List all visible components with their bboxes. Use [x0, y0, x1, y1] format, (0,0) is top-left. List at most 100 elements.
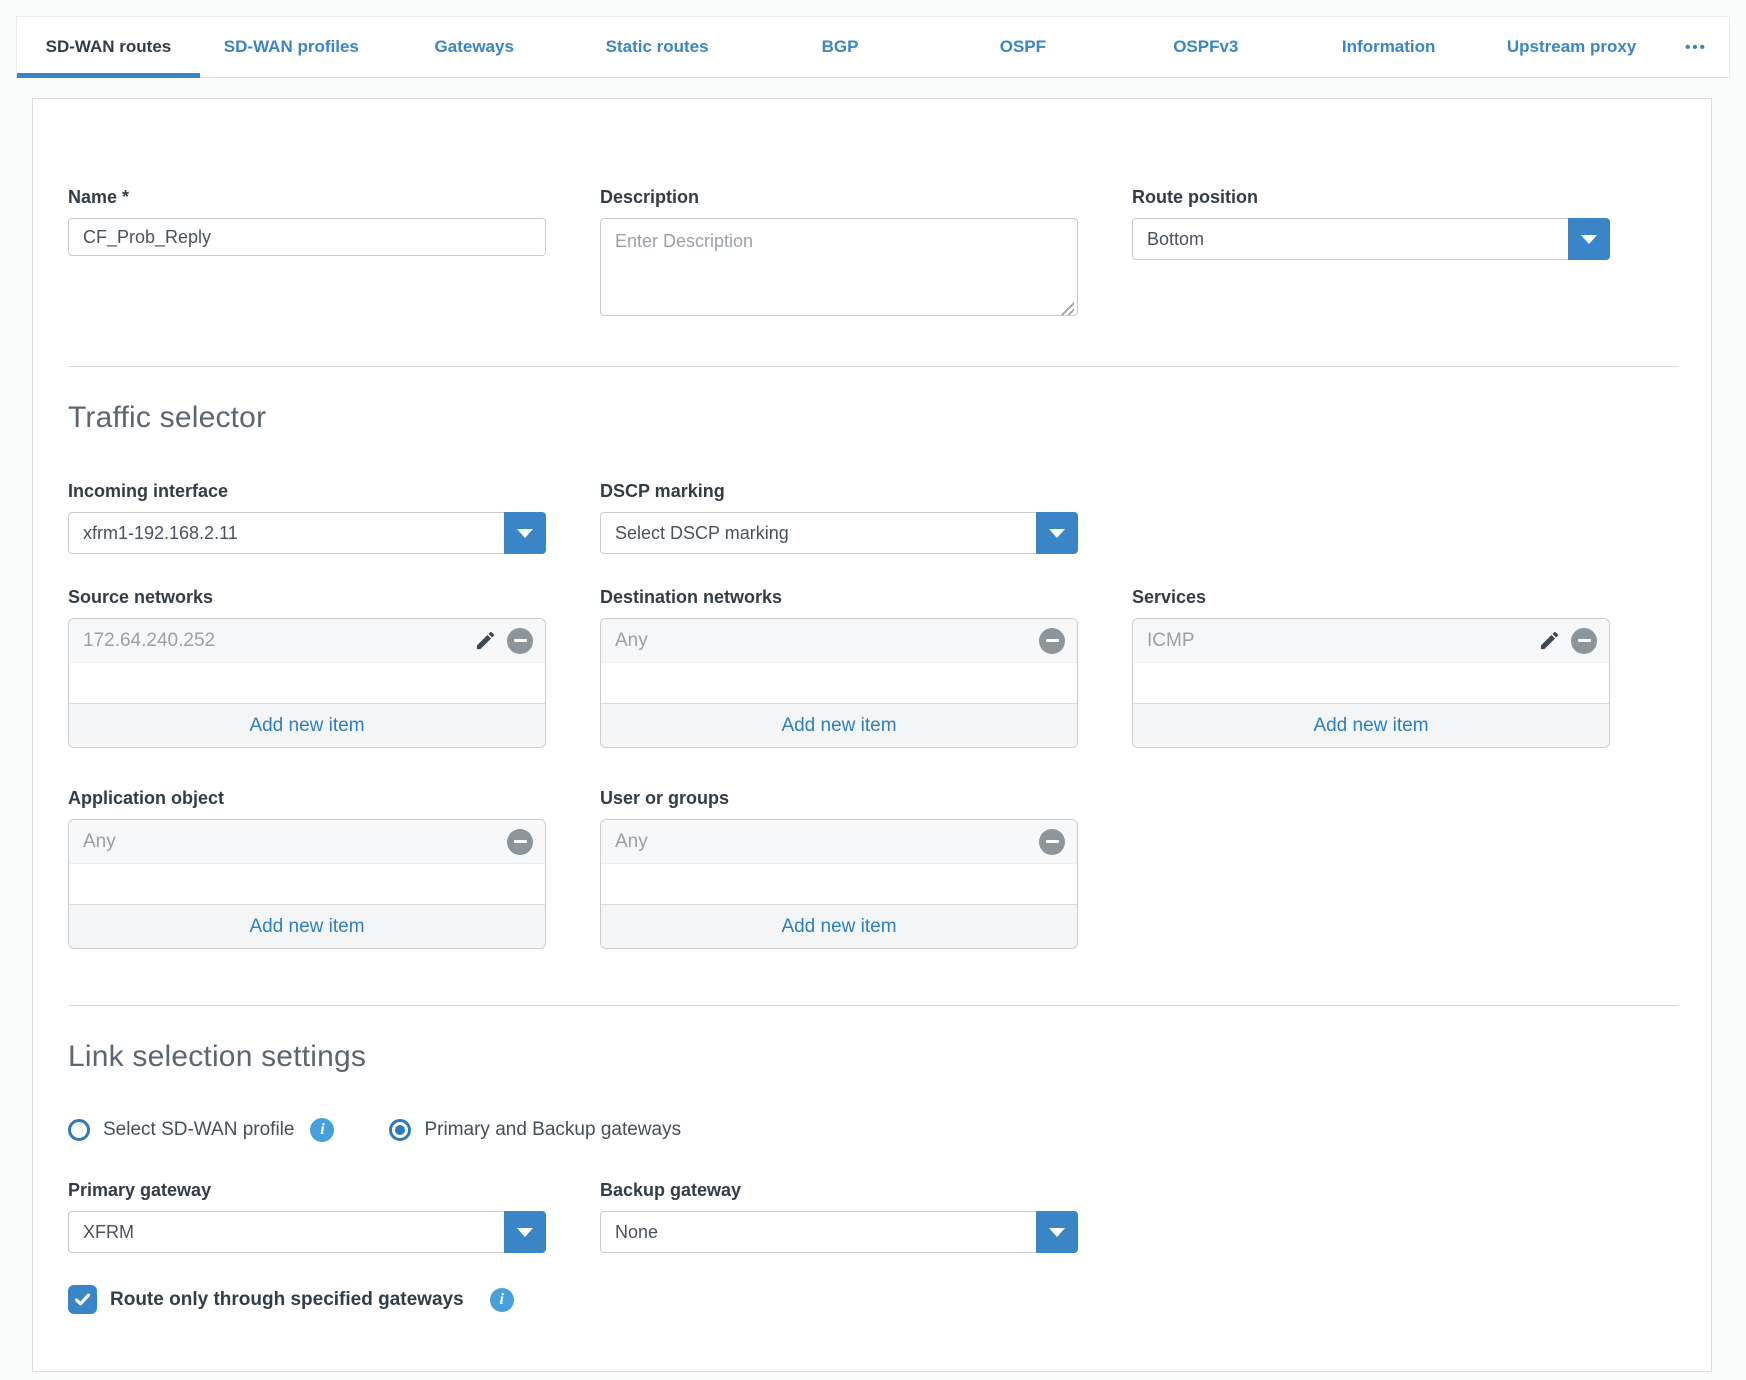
remove-icon[interactable]	[507, 829, 533, 855]
section-divider	[68, 366, 1679, 367]
list-item: ICMP	[1133, 619, 1609, 663]
link-selection-title: Link selection settings	[68, 1040, 1711, 1074]
application-object-label: Application object	[68, 788, 546, 809]
tab-sdwan-routes[interactable]: SD-WAN routes	[17, 17, 200, 77]
list-empty-area	[601, 663, 1077, 703]
primary-backup-radio-label: Primary and Backup gateways	[424, 1119, 681, 1141]
remove-icon[interactable]	[1571, 628, 1597, 654]
list-item: Any	[69, 820, 545, 864]
chevron-down-icon	[517, 1228, 533, 1237]
dscp-label: DSCP marking	[600, 481, 1078, 502]
backup-gateway-field-group: Backup gateway None	[600, 1180, 1078, 1253]
backup-gateway-dropdown-button[interactable]	[1036, 1211, 1078, 1253]
sdwan-profile-radio-label: Select SD-WAN profile	[103, 1119, 294, 1141]
primary-gateway-dropdown-button[interactable]	[504, 1211, 546, 1253]
source-networks-add-button[interactable]: Add new item	[69, 703, 545, 747]
source-networks-field-group: Source networks 172.64.240.252 Add new i…	[68, 587, 546, 748]
dscp-dropdown-button[interactable]	[1036, 512, 1078, 554]
sdwan-profile-radio-group: Select SD-WAN profile i	[68, 1118, 334, 1142]
services-field-group: Services ICMP Add new item	[1132, 587, 1610, 748]
list-item: Any	[601, 619, 1077, 663]
service-value: ICMP	[1147, 630, 1538, 652]
name-field-group: Name *	[68, 187, 546, 256]
tab-sdwan-profiles[interactable]: SD-WAN profiles	[200, 17, 383, 77]
services-label: Services	[1132, 587, 1610, 608]
add-new-item-label: Add new item	[249, 715, 364, 737]
info-icon[interactable]: i	[490, 1288, 514, 1312]
add-new-item-label: Add new item	[1313, 715, 1428, 737]
route-only-checkbox-group: Route only through specified gateways i	[68, 1285, 1711, 1314]
tab-ospfv3[interactable]: OSPFv3	[1114, 17, 1297, 77]
edit-icon[interactable]	[474, 629, 497, 652]
dscp-field-group: DSCP marking Select DSCP marking	[600, 481, 1078, 554]
list-item: Any	[601, 820, 1077, 864]
user-or-groups-value: Any	[615, 831, 1039, 853]
destination-network-value: Any	[615, 630, 1039, 652]
list-empty-area	[1133, 663, 1609, 703]
route-position-value: Bottom	[1132, 218, 1568, 260]
user-or-groups-label: User or groups	[600, 788, 1078, 809]
application-object-value: Any	[83, 831, 507, 853]
user-or-groups-add-button[interactable]: Add new item	[601, 904, 1077, 948]
primary-gateway-label: Primary gateway	[68, 1180, 546, 1201]
remove-icon[interactable]	[1039, 829, 1065, 855]
sdwan-profile-radio[interactable]	[68, 1119, 90, 1141]
application-object-field-group: Application object Any Add new item	[68, 788, 546, 949]
add-new-item-label: Add new item	[781, 916, 896, 938]
incoming-interface-label: Incoming interface	[68, 481, 546, 502]
incoming-interface-dropdown-button[interactable]	[504, 512, 546, 554]
remove-icon[interactable]	[507, 628, 533, 654]
chevron-down-icon	[517, 529, 533, 538]
primary-backup-radio-group: Primary and Backup gateways	[389, 1119, 681, 1141]
destination-networks-add-button[interactable]: Add new item	[601, 703, 1077, 747]
route-position-label: Route position	[1132, 187, 1610, 208]
backup-gateway-dropdown[interactable]: None	[600, 1211, 1078, 1253]
services-add-button[interactable]: Add new item	[1133, 703, 1609, 747]
tab-bar: SD-WAN routes SD-WAN profiles Gateways S…	[16, 16, 1730, 78]
route-position-field-group: Route position Bottom	[1132, 187, 1610, 260]
chevron-down-icon	[1581, 235, 1597, 244]
destination-networks-list: Any Add new item	[600, 618, 1078, 748]
source-networks-label: Source networks	[68, 587, 546, 608]
tab-gateways[interactable]: Gateways	[383, 17, 566, 77]
destination-networks-label: Destination networks	[600, 587, 1078, 608]
tab-information[interactable]: Information	[1297, 17, 1480, 77]
route-position-dropdown[interactable]: Bottom	[1132, 218, 1610, 260]
list-empty-area	[601, 864, 1077, 904]
sdwan-route-form: Name * Description Route position Bottom…	[32, 98, 1712, 1372]
name-input[interactable]	[68, 218, 546, 256]
info-icon[interactable]: i	[310, 1118, 334, 1142]
incoming-interface-dropdown[interactable]: xfrm1-192.168.2.11	[68, 512, 546, 554]
edit-icon[interactable]	[1538, 629, 1561, 652]
application-object-add-button[interactable]: Add new item	[69, 904, 545, 948]
route-only-checkbox[interactable]	[68, 1285, 97, 1314]
source-network-value: 172.64.240.252	[83, 630, 474, 652]
description-textarea[interactable]	[600, 218, 1078, 316]
add-new-item-label: Add new item	[249, 916, 364, 938]
primary-gateway-field-group: Primary gateway XFRM	[68, 1180, 546, 1253]
dscp-dropdown[interactable]: Select DSCP marking	[600, 512, 1078, 554]
tab-bgp[interactable]: BGP	[749, 17, 932, 77]
primary-gateway-dropdown[interactable]: XFRM	[68, 1211, 546, 1253]
tabs-more-button[interactable]: •••	[1663, 17, 1729, 77]
tab-upstream-proxy[interactable]: Upstream proxy	[1480, 17, 1663, 77]
incoming-interface-value: xfrm1-192.168.2.11	[68, 512, 504, 554]
description-label: Description	[600, 187, 1078, 208]
user-or-groups-list: Any Add new item	[600, 819, 1078, 949]
primary-backup-radio[interactable]	[389, 1119, 411, 1141]
source-networks-list: 172.64.240.252 Add new item	[68, 618, 546, 748]
list-empty-area	[69, 663, 545, 703]
destination-networks-field-group: Destination networks Any Add new item	[600, 587, 1078, 748]
route-only-checkbox-label: Route only through specified gateways	[110, 1289, 464, 1311]
list-empty-area	[69, 864, 545, 904]
add-new-item-label: Add new item	[781, 715, 896, 737]
user-or-groups-field-group: User or groups Any Add new item	[600, 788, 1078, 949]
name-label: Name *	[68, 187, 546, 208]
list-item: 172.64.240.252	[69, 619, 545, 663]
dscp-value: Select DSCP marking	[600, 512, 1036, 554]
tab-ospf[interactable]: OSPF	[931, 17, 1114, 77]
tab-static-routes[interactable]: Static routes	[566, 17, 749, 77]
route-position-dropdown-button[interactable]	[1568, 218, 1610, 260]
remove-icon[interactable]	[1039, 628, 1065, 654]
traffic-selector-title: Traffic selector	[68, 401, 1711, 435]
